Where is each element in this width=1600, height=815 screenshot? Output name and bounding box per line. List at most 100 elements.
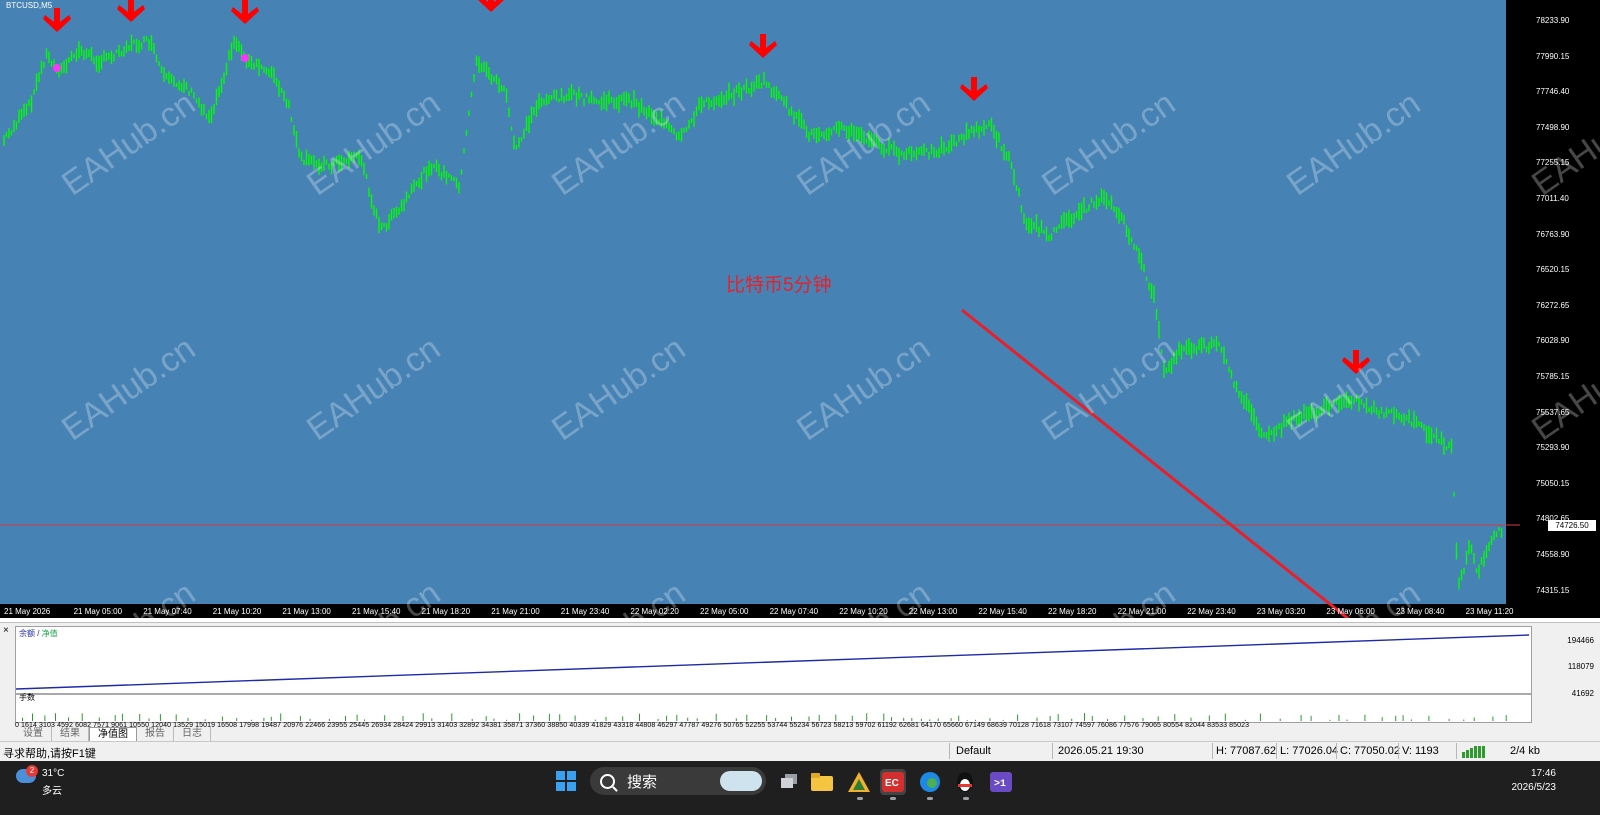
lots-bar	[1157, 716, 1159, 721]
status-divider	[949, 743, 950, 759]
price-axis-label: 78233.90	[1536, 16, 1570, 25]
price-axis-label: 76028.90	[1536, 336, 1570, 346]
current-price-tag: 74726.50	[1548, 520, 1596, 531]
tab-graph[interactable]: 净值图	[89, 727, 137, 741]
status-divider	[1456, 743, 1457, 759]
time-axis-label: 22 May 23:40	[1187, 607, 1236, 616]
lots-bar	[1402, 715, 1404, 721]
graph-axis-mid: 118079	[1567, 662, 1594, 671]
svg-text:>1: >1	[994, 779, 1006, 790]
lots-bar	[687, 717, 689, 721]
lots-bar	[471, 718, 473, 721]
lots-bar	[309, 718, 311, 721]
status-bar: 寻求帮助,请按F1键 Default 2026.05.21 19:30 H: 7…	[0, 741, 1600, 761]
lots-bar	[989, 718, 991, 721]
lots-bar	[493, 718, 495, 721]
lots-bar	[204, 719, 206, 721]
lots-bar	[866, 713, 868, 721]
lots-bar	[958, 715, 960, 721]
status-divider	[1276, 743, 1277, 759]
lots-bar	[746, 714, 748, 721]
price-axis-label: 75537.65	[1536, 407, 1570, 417]
price-axis-label: 76763.90	[1536, 229, 1570, 239]
lots-bar	[280, 713, 282, 721]
time-axis-label: 21 May 10:20	[212, 607, 262, 616]
lots-bar	[384, 715, 386, 721]
lots-bars-group	[22, 713, 1507, 721]
taskbar-search[interactable]: 搜索	[590, 767, 766, 795]
lots-bar	[519, 713, 521, 721]
lots-bar	[1259, 713, 1261, 721]
lots-bar	[966, 720, 968, 721]
lots-bar	[431, 718, 433, 721]
lots-bar	[1346, 719, 1348, 721]
chart-annotation-text: 比特币5分钟	[726, 275, 832, 296]
tab-results[interactable]: 结果	[52, 727, 89, 741]
time-axis-label: 23 May 06:00	[1326, 607, 1375, 616]
lots-bar	[1279, 718, 1281, 721]
lots-bar	[356, 714, 358, 721]
status-low: L: 77026.04	[1280, 745, 1339, 757]
tab-journal[interactable]: 日志	[174, 727, 211, 741]
ec-app-icon[interactable]: EC	[880, 769, 906, 795]
lots-bar	[666, 715, 668, 721]
task-view-icon[interactable]	[776, 769, 802, 795]
lots-bar	[975, 719, 976, 721]
status-close: C: 77050.02	[1340, 745, 1400, 757]
lots-bar	[187, 717, 189, 721]
file-explorer-icon[interactable]	[809, 769, 835, 795]
price-chart[interactable]: BTCUSD,M5 比特币5分钟 78233.90 77990.15 77746.4…	[0, 0, 1600, 693]
graph-axis-high: 194466	[1567, 636, 1594, 645]
price-axis-label: 77011.40	[1536, 194, 1569, 203]
price-axis-label: 74558.90	[1536, 550, 1570, 559]
lots-bar	[920, 718, 922, 721]
lots-bar	[1395, 715, 1397, 721]
price-axis-label: 77990.15	[1536, 51, 1570, 61]
lots-bar	[937, 718, 939, 721]
time-axis-label: 21 May 13:00	[282, 607, 331, 616]
lots-bar	[364, 719, 365, 721]
lots-bar	[263, 717, 265, 721]
lots-bar	[139, 714, 141, 721]
clock-date[interactable]: 2026/5/23	[1512, 782, 1557, 793]
lots-bar	[883, 713, 885, 721]
time-axis-label: 21 May 18:20	[421, 607, 471, 616]
lots-bar	[657, 718, 659, 721]
time-axis-label: 22 May 15:40	[978, 607, 1027, 616]
price-axis-label: 77498.90	[1536, 122, 1570, 132]
lots-bar	[1338, 714, 1340, 721]
time-axis-label: 23 May 11:20	[1465, 607, 1514, 616]
chart-symbol: BTCUSD,M5	[6, 1, 53, 10]
qq-icon[interactable]	[952, 769, 978, 795]
lots-bar	[299, 716, 301, 721]
tester-tabs: 设置 结果 净值图 报告 日志	[15, 727, 211, 741]
price-axis-label: 75050.15	[1536, 478, 1570, 488]
lots-bar	[559, 714, 561, 721]
chart-canvas	[0, 0, 1600, 618]
taskbar: 2 31°C 多云 搜索 EC >1 17:46 2026/5/23	[0, 761, 1600, 815]
status-divider	[1212, 743, 1213, 759]
tab-report[interactable]: 报告	[137, 727, 174, 741]
terminal-icon[interactable]: >1	[988, 769, 1014, 795]
status-divider	[1336, 743, 1337, 759]
equity-graph: 余额 / 净值 手数	[15, 626, 1532, 723]
lots-bar	[1142, 718, 1144, 721]
lots-bar	[791, 716, 792, 721]
lots-bar	[1091, 716, 1093, 721]
lots-bar	[851, 715, 853, 721]
windows-start-icon[interactable]	[556, 771, 576, 791]
price-axis-label: 75293.90	[1536, 443, 1570, 453]
lots-bar	[81, 713, 83, 721]
clock-time[interactable]: 17:46	[1531, 768, 1556, 779]
price-axis-label: 77746.40	[1536, 87, 1570, 97]
time-axis-label: 22 May 21:00	[1117, 607, 1167, 616]
lots-bar	[639, 713, 640, 721]
app-icon[interactable]	[846, 769, 872, 795]
status-traffic: 2/4 kb	[1510, 745, 1540, 757]
edge-browser-icon[interactable]	[917, 769, 943, 795]
close-panel-icon[interactable]: ×	[3, 625, 9, 636]
price-axis-label: 75785.15	[1536, 372, 1570, 381]
lots-bar	[175, 714, 177, 721]
tab-settings[interactable]: 设置	[15, 727, 52, 741]
price-axis-label: 76520.15	[1536, 265, 1570, 275]
